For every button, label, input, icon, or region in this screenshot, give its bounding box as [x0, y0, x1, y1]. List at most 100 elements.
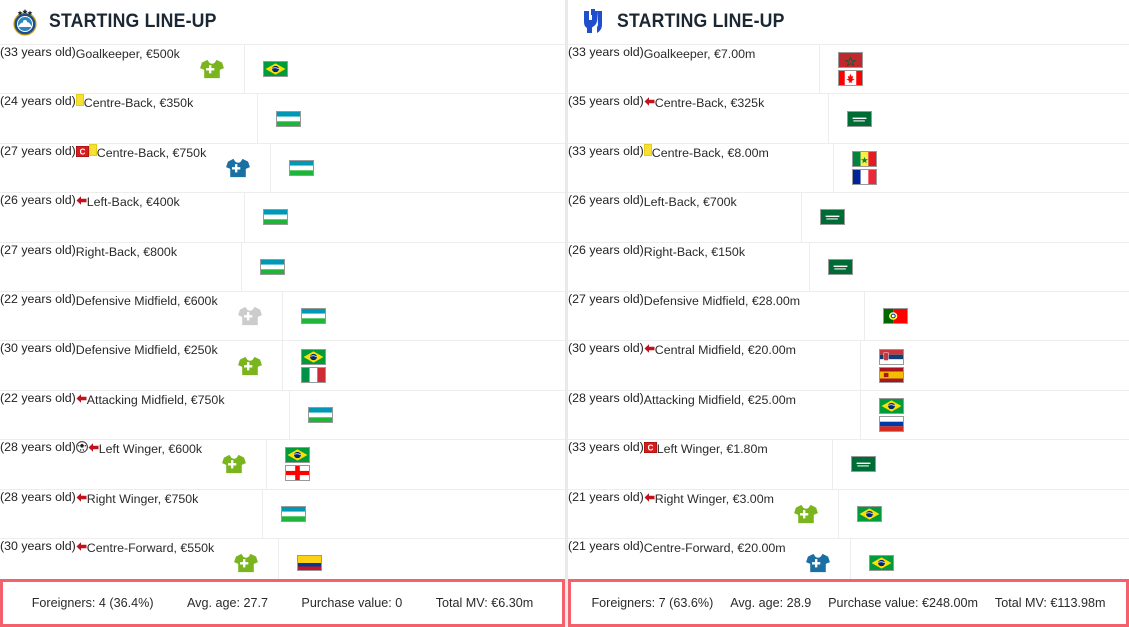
table-row[interactable]: (27 years old) Defensive Midfield, €28.00… — [568, 291, 1129, 342]
table-row[interactable]: (28 years old) Attacking Midfield, €25.00… — [568, 390, 1129, 441]
substitution-shirt-icon[interactable] — [805, 552, 831, 574]
flag-uzbekistan-icon — [289, 159, 315, 176]
substitution-icon-cell — [796, 391, 860, 439]
table-row[interactable]: (27 years old) C Centre-Back, €750k — [0, 143, 565, 194]
substitution-shirt-icon[interactable] — [225, 157, 251, 179]
home-lineup-header: STARTING LINE-UP — [0, 0, 565, 45]
substitution-icon-cell — [206, 144, 270, 192]
nationality-flags-cell — [243, 193, 306, 242]
table-row[interactable]: (33 years old) Goalkeeper, €7.00m — [568, 45, 1129, 95]
player-position-value: Attacking Midfield, €750k — [86, 392, 225, 407]
flag-morocco-icon — [838, 52, 864, 69]
table-row[interactable]: (33 years old) Centre-Back, €8.00m — [568, 143, 1129, 194]
nationality-flags-cell — [241, 242, 303, 291]
substitution-icon-cell — [745, 243, 809, 291]
table-row[interactable]: (21 years old) Right Winger, €3.00m — [568, 489, 1129, 539]
flag-senegal-icon — [851, 150, 877, 167]
flag-saudi-arabia-icon — [847, 110, 873, 127]
substitution-shirt-icon[interactable] — [237, 355, 263, 377]
substitution-icon-cell — [769, 144, 833, 192]
flag-brazil-icon — [285, 447, 311, 464]
table-row[interactable]: (26 years old) Left-Back, €700k — [568, 193, 1129, 243]
player-age: (26 years old) — [568, 193, 644, 208]
substitution-icon-cell — [218, 341, 282, 389]
flag-uzbekistan-icon — [281, 505, 307, 522]
flag-brazil-icon — [262, 61, 288, 78]
flag-georgia-icon — [285, 465, 311, 482]
nationality-flags-cell — [819, 45, 881, 94]
substitution-icon-cell — [774, 490, 838, 538]
substitution-shirt-icon[interactable] — [233, 552, 259, 574]
player-position-value: Centre-Back, €350k — [83, 96, 194, 111]
nationality-flags-cell — [281, 341, 344, 390]
flag-brazil-icon — [868, 555, 894, 572]
player-age: (33 years old) — [0, 45, 76, 59]
svg-text:C: C — [647, 444, 653, 453]
substitution-shirt-icon[interactable] — [221, 453, 247, 475]
substitution-shirt-icon[interactable] — [793, 503, 819, 525]
table-row[interactable]: (30 years old) Central Midfield, €20.00m — [568, 341, 1129, 391]
home-avg-age-stat: Avg. age: 27.7 — [186, 596, 268, 610]
nationality-flags-cell — [859, 341, 922, 390]
away-total-mv-stat: Total MV: €113.98m — [994, 596, 1106, 610]
flag-uzbekistan-icon — [262, 209, 288, 226]
table-row[interactable]: (22 years old) Defensive Midfield, €600k — [0, 291, 565, 342]
player-position-value: Right-Back, €800k — [75, 244, 178, 259]
table-row[interactable]: (26 years old) Right-Back, €150k — [568, 242, 1129, 292]
goal-scored-icon — [75, 440, 88, 454]
away-summary-footer: Foreigners: 7 (63.6%) Avg. age: 28.9 Pur… — [568, 579, 1129, 627]
substitution-icon-cell — [198, 490, 262, 538]
nationality-flags-cell — [837, 489, 900, 538]
table-row[interactable]: (28 years old) Right Winger, €750k — [0, 489, 565, 539]
captain-armband-icon: C — [643, 440, 658, 454]
player-age: (27 years old) — [0, 242, 76, 257]
flag-saudi-arabia-icon — [850, 456, 876, 473]
home-lineup-title: STARTING LINE-UP — [49, 11, 217, 32]
substituted-off-arrow-icon — [644, 490, 655, 502]
flag-spain-icon — [878, 366, 904, 383]
nationality-flags-cell — [859, 390, 922, 440]
nationality-flags-cell — [832, 143, 895, 193]
substitution-shirt-icon[interactable] — [237, 305, 263, 327]
player-age: (28 years old) — [0, 489, 76, 504]
player-age: (33 years old) — [568, 45, 644, 59]
table-row[interactable]: (24 years old) Centre-Back, €350k — [0, 94, 565, 144]
substituted-off-arrow-icon — [644, 94, 655, 107]
table-row[interactable]: (33 years old) C Left Winger, €1.80m — [568, 440, 1129, 490]
flag-serbia-icon — [878, 348, 904, 365]
table-row[interactable]: (33 years old) Goalkeeper, €500k — [0, 45, 565, 95]
player-position-value: Goalkeeper, €500k — [75, 47, 180, 61]
player-position-value: Centre-Back, €325k — [654, 96, 765, 111]
yellow-card-icon — [75, 94, 84, 107]
home-purchase-value-stat: Purchase value: 0 — [301, 596, 403, 610]
home-foreigners-stat: Foreigners: 4 (36.4%) — [31, 596, 154, 610]
away-lineup-title: STARTING LINE-UP — [617, 11, 785, 32]
home-summary-footer: Foreigners: 4 (36.4%) Avg. age: 27.7 Pur… — [0, 579, 565, 627]
substituted-off-arrow-icon — [76, 490, 87, 502]
player-age: (28 years old) — [568, 390, 644, 405]
player-age: (33 years old) — [568, 440, 644, 455]
table-row[interactable]: (28 years old) Left Winger, €600k — [0, 440, 565, 490]
player-age: (30 years old) — [0, 341, 76, 356]
table-row[interactable]: (27 years old) Right-Back, €800k — [0, 242, 565, 292]
pakhtakor-club-logo — [10, 7, 40, 37]
player-position-value: Left Winger, €600k — [98, 442, 203, 457]
lineup-comparison-page: STARTING LINE-UP (33 years old) Goalkeepe… — [0, 0, 1129, 627]
player-age: (24 years old) — [0, 94, 76, 109]
table-row[interactable]: (30 years old) Defensive Midfield, €250k — [0, 341, 565, 391]
table-row[interactable]: (35 years old) Centre-Back, €325k — [568, 94, 1129, 144]
table-row[interactable]: (22 years old) Attacking Midfield, €750k — [0, 390, 565, 441]
flag-colombia-icon — [297, 555, 323, 572]
home-player-rows: (33 years old) Goalkeeper, €500k (24 years… — [0, 45, 565, 589]
substitution-icon-cell — [180, 45, 244, 93]
table-row[interactable]: (26 years old) Left-Back, €400k — [0, 193, 565, 243]
away-purchase-value-stat: Purchase value: €248.00m — [828, 596, 978, 610]
nationality-flags-cell — [288, 390, 351, 440]
away-foreigners-stat: Foreigners: 7 (63.6%) — [591, 596, 714, 610]
flag-uzbekistan-icon — [276, 110, 302, 127]
player-age: (26 years old) — [0, 193, 76, 208]
substitution-icon-cell — [180, 193, 244, 241]
substitution-shirt-icon[interactable] — [199, 58, 225, 80]
flag-uzbekistan-icon — [300, 308, 326, 325]
substitution-icon-cell — [768, 440, 832, 488]
